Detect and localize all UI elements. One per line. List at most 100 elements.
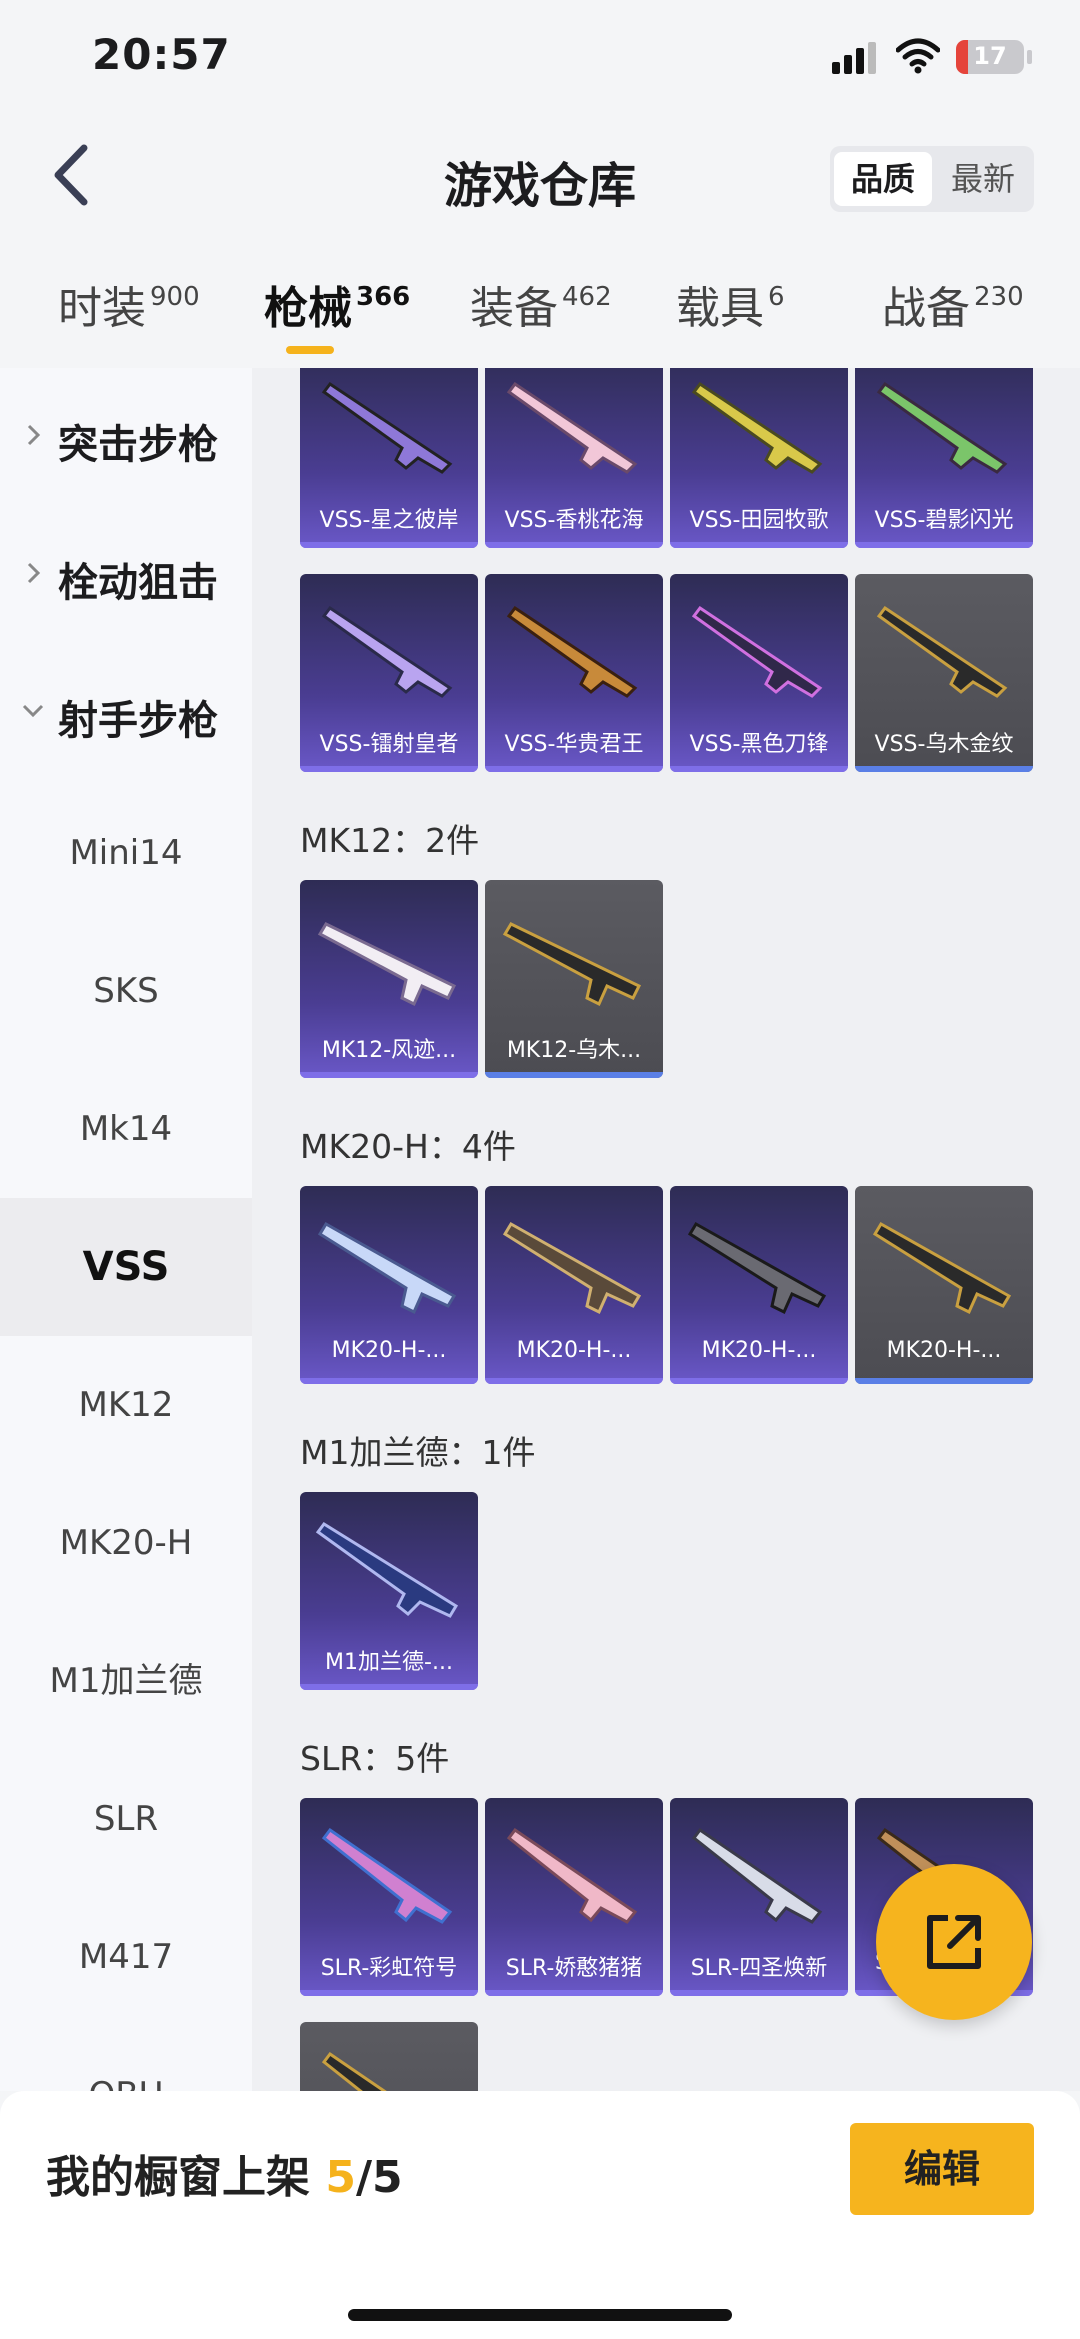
sidebar-item-m417[interactable]: M417 [0, 1888, 252, 2026]
rarity-bar [485, 1378, 663, 1384]
tab-equipment[interactable]: 装备 462 [470, 272, 612, 336]
sidebar-item-mini14[interactable]: Mini14 [0, 784, 252, 922]
skin-name: VSS-香桃花海 [504, 508, 644, 533]
skin-card[interactable] [300, 2022, 478, 2091]
skin-card[interactable]: VSS-黑色刀锋 [670, 574, 848, 772]
skin-card[interactable]: VSS-碧影闪光 [855, 368, 1033, 548]
rarity-bar [300, 1378, 478, 1384]
weapon-icon [321, 605, 453, 698]
tab-firearms[interactable]: 枪械 366 [264, 272, 410, 336]
skin-card[interactable]: SLR-彩虹符号 [300, 1798, 478, 1996]
chevron-right-icon [27, 562, 41, 584]
skin-card[interactable]: MK12-乌木... [485, 880, 663, 1078]
sort-newest-option[interactable]: 最新 [934, 152, 1032, 206]
tab-count: 6 [768, 282, 785, 312]
weapon-icon [321, 381, 453, 474]
home-indicator[interactable] [348, 2309, 732, 2321]
skin-card[interactable]: MK20-H-... [670, 1186, 848, 1384]
skin-card[interactable]: SLR-娇憨猪猪 [485, 1798, 663, 1996]
sidebar-category-bolt-sniper[interactable]: 栓动狙击 [0, 546, 252, 606]
tab-count: 366 [356, 282, 411, 312]
skin-name: VSS-黑色刀锋 [689, 732, 829, 757]
showcase-label: 我的橱窗上架 [46, 2152, 326, 2203]
share-icon [927, 1915, 981, 1969]
skin-name: VSS-镭射皇者 [319, 732, 459, 757]
skin-name: MK20-H-... [701, 1338, 817, 1363]
game-warehouse-screen: 20:57 17 游戏仓库 品质 最新 时装 900 枪械 366 装备 462 载 [0, 0, 1080, 2339]
skin-card[interactable]: VSS-星之彼岸 [300, 368, 478, 548]
chevron-right-icon [27, 424, 41, 446]
skin-card[interactable]: SLR-四圣焕新 [670, 1798, 848, 1996]
tab-label: 战备 [882, 283, 970, 334]
sort-toggle: 品质 最新 [830, 146, 1034, 212]
section-header: MK12：2件 [300, 821, 480, 860]
weapon-icon [691, 1827, 823, 1924]
weapon-type-sidebar: 突击步枪 栓动狙击 射手步枪 Mini14 SKS Mk14 VSS MK12 … [0, 368, 252, 2091]
sidebar-category-marksman-rifle[interactable]: 射手步枪 [0, 684, 252, 744]
rarity-bar [855, 766, 1033, 772]
section-header: MK20-H：4件 [300, 1127, 516, 1166]
skin-card[interactable]: VSS-乌木金纹 [855, 574, 1033, 772]
sidebar-item-m1-garand[interactable]: M1加兰德 [0, 1612, 252, 1750]
tab-label: 载具 [676, 283, 764, 334]
skin-card[interactable]: MK12-风迹... [300, 880, 478, 1078]
tab-label: 时装 [58, 283, 146, 334]
tab-count: 230 [974, 282, 1024, 312]
skin-card[interactable]: VSS-香桃花海 [485, 368, 663, 548]
skin-name: MK20-H-... [886, 1338, 1002, 1363]
skin-card[interactable]: VSS-田园牧歌 [670, 368, 848, 548]
rarity-bar [300, 766, 478, 772]
skin-card[interactable]: MK20-H-... [485, 1186, 663, 1384]
rarity-bar [855, 542, 1033, 548]
skin-card[interactable]: MK20-H-... [855, 1186, 1033, 1384]
share-button[interactable] [876, 1864, 1032, 2020]
skin-name: MK12-乌木... [506, 1038, 642, 1063]
skin-name: VSS-碧影闪光 [874, 508, 1014, 533]
rarity-bar [670, 1378, 848, 1384]
weapon-icon [315, 1522, 459, 1618]
tab-label: 装备 [470, 283, 558, 334]
sidebar-category-assault-rifle[interactable]: 突击步枪 [0, 408, 252, 468]
rarity-bar [670, 766, 848, 772]
wifi-icon [896, 38, 940, 74]
rarity-bar [300, 1684, 478, 1690]
rarity-bar [300, 1072, 478, 1078]
weapon-icon [321, 2051, 387, 2091]
tab-count: 462 [562, 282, 612, 312]
tab-outfit[interactable]: 时装 900 [58, 272, 200, 336]
skin-name: VSS-田园牧歌 [689, 508, 829, 533]
skin-name: SLR-四圣焕新 [690, 1956, 828, 1981]
skin-card[interactable]: VSS-镭射皇者 [300, 574, 478, 772]
sidebar-item-vss[interactable]: VSS [0, 1198, 252, 1336]
weapon-icon [317, 1221, 457, 1315]
tab-count: 900 [150, 282, 200, 312]
edit-button[interactable]: 编辑 [850, 2123, 1034, 2215]
skin-name: SLR-彩虹符号 [320, 1956, 458, 1981]
rarity-bar [485, 1072, 663, 1078]
battery-percent: 17 [973, 42, 1007, 70]
weapon-icon [691, 381, 823, 474]
chevron-down-icon [22, 704, 44, 718]
tab-label: 枪械 [264, 283, 352, 334]
tab-battle-gear[interactable]: 战备 230 [882, 272, 1024, 336]
battery-icon: 17 [956, 40, 1024, 74]
sidebar-item-qbu[interactable]: QBU [0, 2026, 252, 2091]
skin-card[interactable]: MK20-H-... [300, 1186, 478, 1384]
sidebar-item-mk12[interactable]: MK12 [0, 1336, 252, 1474]
sidebar-item-sks[interactable]: SKS [0, 922, 252, 1060]
category-label: 射手步枪 [58, 698, 218, 744]
sort-quality-option[interactable]: 品质 [834, 152, 932, 206]
status-bar: 20:57 17 [0, 0, 1080, 120]
showcase-count: 5 [325, 2152, 356, 2203]
showcase-bar: 我的橱窗上架 5/5 编辑 [0, 2091, 1080, 2339]
skin-card[interactable]: VSS-华贵君王 [485, 574, 663, 772]
sidebar-item-mk20h[interactable]: MK20-H [0, 1474, 252, 1612]
weapon-icon [506, 605, 638, 698]
skin-name: VSS-星之彼岸 [319, 508, 459, 533]
weapon-icon [317, 922, 457, 1007]
sidebar-item-mk14[interactable]: Mk14 [0, 1060, 252, 1198]
skin-card[interactable]: M1加兰德-... [300, 1492, 478, 1690]
sidebar-item-slr[interactable]: SLR [0, 1750, 252, 1888]
tab-vehicles[interactable]: 载具 6 [676, 272, 785, 336]
skin-name: MK20-H-... [331, 1338, 447, 1363]
